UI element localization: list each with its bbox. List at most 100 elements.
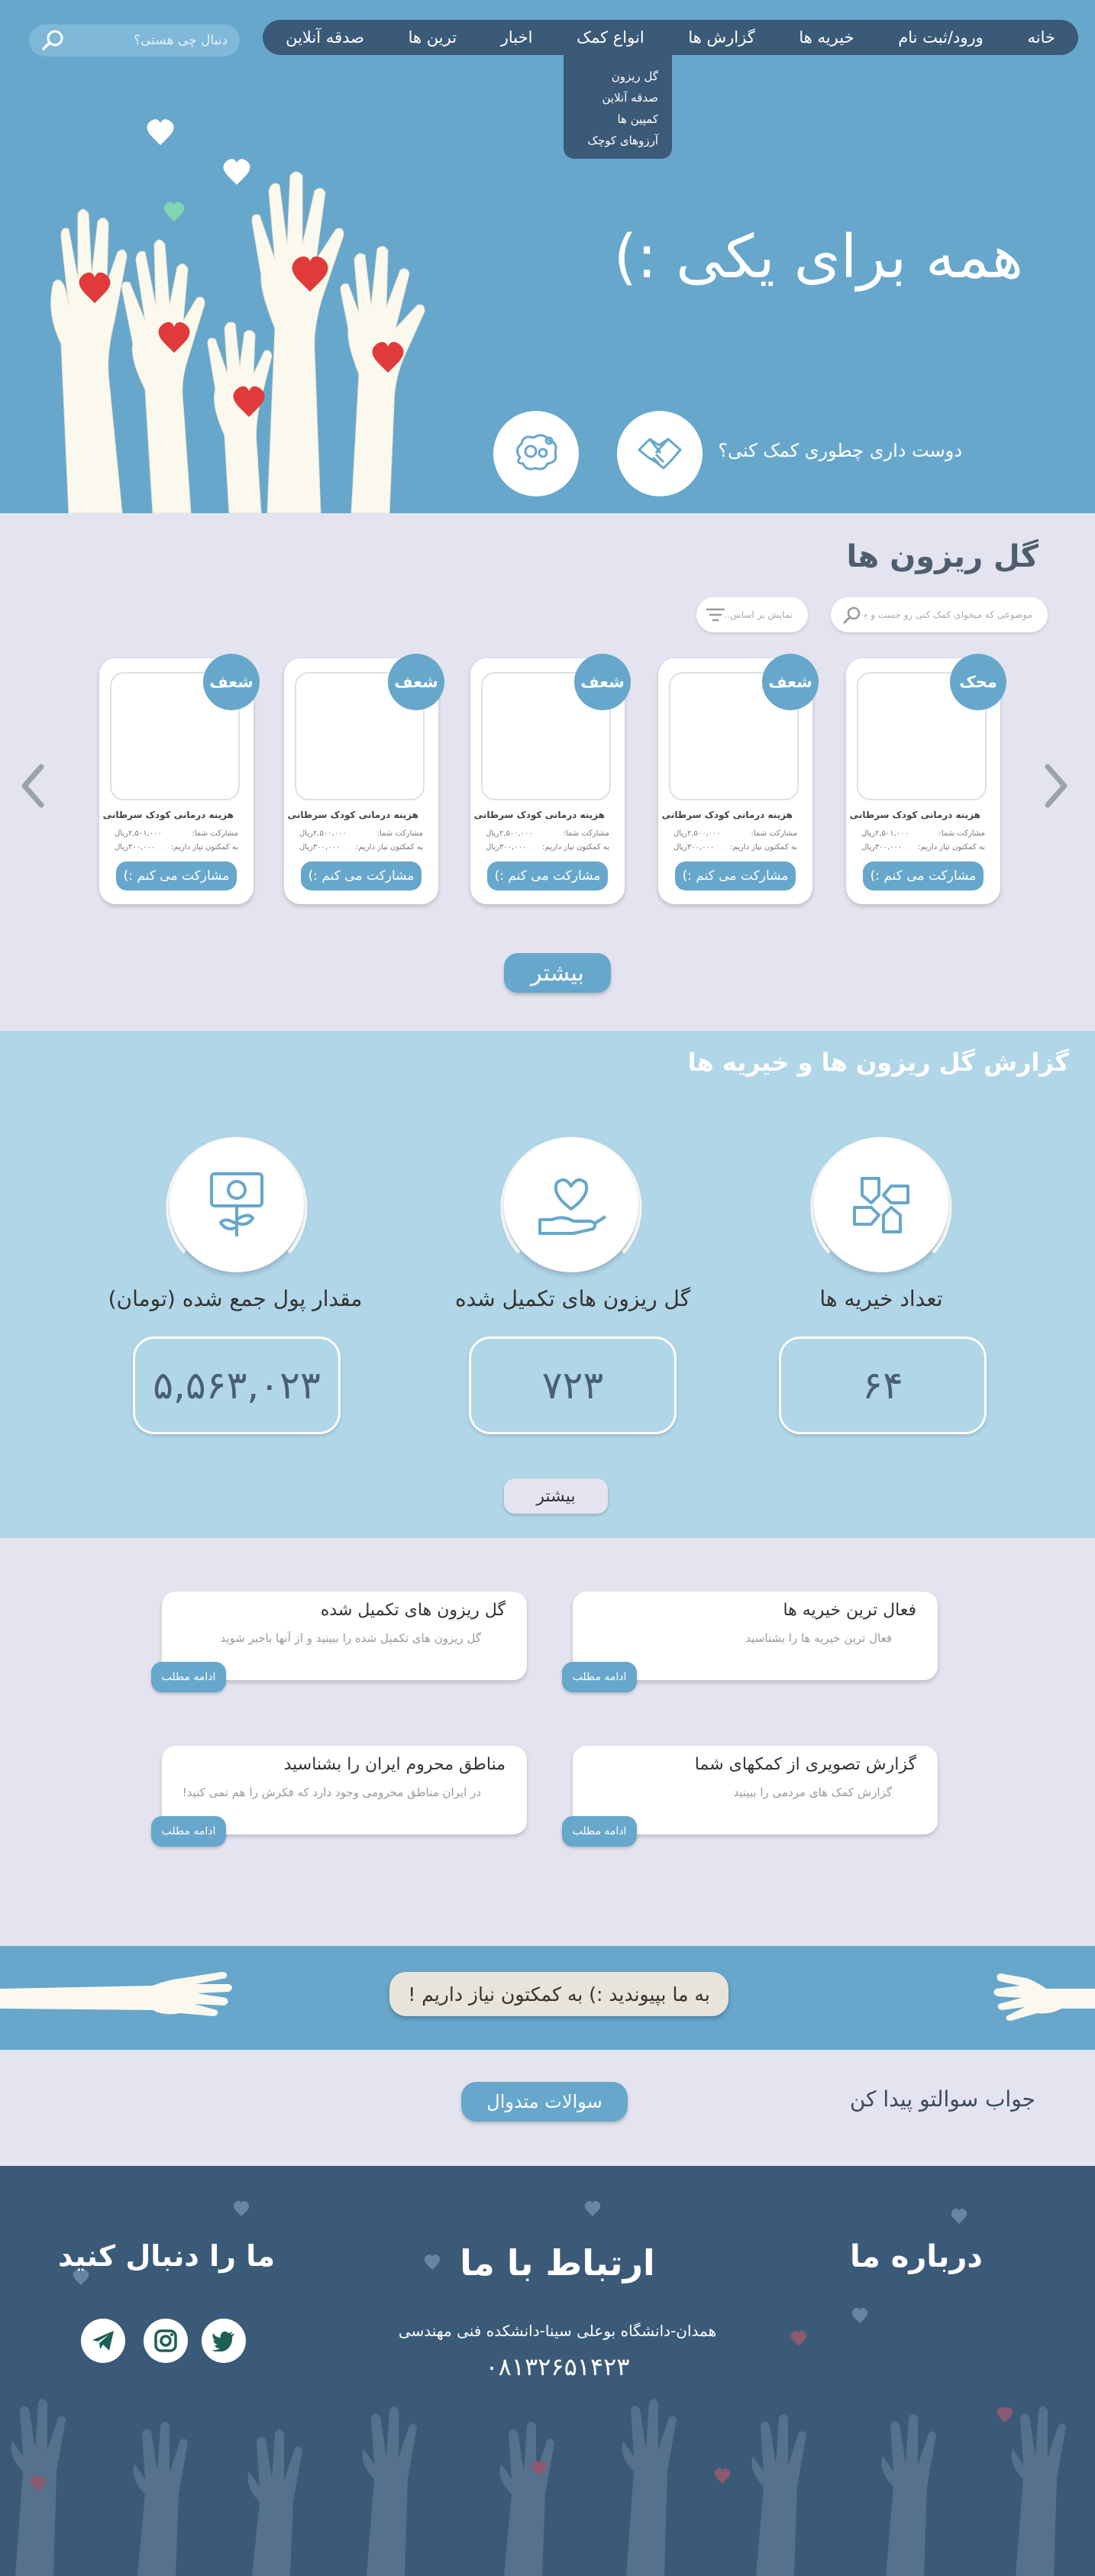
search-icon[interactable] xyxy=(40,28,67,53)
report-section: گزارش گل ریزون ها و خیریه ها تعداد خیریه… xyxy=(0,1031,1095,1538)
shared-row: مشارکت شما: ۲,۵۰۱,۰۰۰ریال xyxy=(115,829,238,838)
info-card-desc: در ایران مناطق محرومی وجود دارد که فکرش … xyxy=(182,1786,481,1799)
nav-item-home[interactable]: خانه xyxy=(1028,28,1055,47)
hero-section: خانه ورود/ثبت نام خیریه ها گزارش ها انوا… xyxy=(0,0,1095,513)
hands-together-icon xyxy=(853,1177,909,1233)
need-label: به کمکتون نیاز داریم: xyxy=(918,843,985,852)
info-card-deprived-areas: مناطق محروم ایران را بشناسید در ایران من… xyxy=(151,1746,527,1847)
need-value: ۳۰۰,۰۰۰ریال xyxy=(673,843,715,852)
participate-button[interactable]: مشارکت می کنم :) xyxy=(487,861,608,890)
need-value: ۳۰۰,۰۰۰ریال xyxy=(486,843,527,852)
contact-phone: ۰۸۱۳۲۶۵۱۴۲۳ xyxy=(485,2352,630,2381)
need-label: به کمکتون نیاز داریم: xyxy=(171,843,238,852)
campaigns-title: گل ریزون ها xyxy=(846,539,1038,574)
stat-label-completed: گل ریزون های تکمیل شده xyxy=(454,1286,691,1311)
need-value: ۳۰۰,۰۰۰ریال xyxy=(299,843,341,852)
brain-gear-icon xyxy=(516,434,557,470)
need-value: ۳۰۰,۰۰۰ریال xyxy=(861,843,903,852)
money-plant-icon xyxy=(210,1172,263,1236)
info-card-photo-report: گزارش تصویری از کمکهای شما گزارش کمک های… xyxy=(562,1746,938,1847)
info-card-active-charities: فعال ترین خیریه ها فعال ترین خیریه ها را… xyxy=(562,1592,938,1692)
stat-label-money: مقدار پول جمع شده (تومان) xyxy=(108,1286,363,1311)
read-more-button[interactable]: ادامه مطلب xyxy=(562,1662,637,1692)
stat-circle-completed xyxy=(496,1130,646,1280)
dropdown-item-golrizoon[interactable]: گل ریزون xyxy=(577,66,658,87)
join-us-button[interactable]: به ما بپیوندید :) به کمکتون نیاز داریم ! xyxy=(389,1972,728,2016)
nav-item-news[interactable]: اخبار xyxy=(501,28,533,47)
campaigns-more-button[interactable]: بیشتر xyxy=(504,953,611,993)
shared-value: ۲,۵۰۱,۰۰۰ریال xyxy=(115,829,162,838)
handshake-option[interactable] xyxy=(617,411,703,496)
shared-row: مشارکت شما: ۲,۵۰۰,۰۰۰ریال xyxy=(673,829,797,838)
contact-title: ارتباط با ما xyxy=(460,2242,655,2283)
faq-button[interactable]: سوالات متدوال xyxy=(461,2082,628,2122)
instagram-button[interactable] xyxy=(144,2319,188,2363)
nav-item-help-types[interactable]: انواع کمک xyxy=(577,28,644,47)
search-bar xyxy=(29,24,240,57)
read-more-button[interactable]: ادامه مطلب xyxy=(562,1816,637,1847)
campaign-name: هزینه درمانی کودک سرطانی xyxy=(473,810,605,820)
report-title: گزارش گل ریزون ها و خیریه ها xyxy=(687,1048,1069,1077)
telegram-button[interactable] xyxy=(81,2319,125,2363)
search-icon[interactable] xyxy=(841,605,863,625)
contact-address: همدان-دانشگاه بوعلی سینا-دانشکده فنی مهن… xyxy=(398,2322,717,2340)
campaign-filter-input[interactable] xyxy=(724,597,793,632)
shared-value: ۲,۵۰۰,۰۰۰ریال xyxy=(673,829,721,838)
info-card-completed: گل ریزون های تکمیل شده گل ریزون های تکمی… xyxy=(151,1592,527,1692)
campaign-card: شعف هزینه درمانی کودک سرطانی مشارکت شما:… xyxy=(99,654,260,904)
participate-button[interactable]: مشارکت می کنم :) xyxy=(675,861,796,890)
brain-gear-option[interactable] xyxy=(493,411,579,496)
campaigns-section: گل ریزون ها محک هزینه درمانی کودک سرطانی… xyxy=(0,513,1095,1031)
search-input[interactable] xyxy=(82,24,228,57)
dropdown-item-small-wishes[interactable]: آرزوهای کوچک xyxy=(577,130,658,151)
carousel-next-arrow[interactable] xyxy=(1038,759,1072,813)
nav-item-reports[interactable]: گزارش ها xyxy=(688,28,754,47)
need-row: به کمکتون نیاز داریم: ۳۰۰,۰۰۰ریال xyxy=(299,843,423,852)
campaign-filter[interactable] xyxy=(696,597,808,632)
read-more-button[interactable]: ادامه مطلب xyxy=(151,1662,226,1692)
participate-button[interactable]: مشارکت می کنم :) xyxy=(301,861,422,890)
heart-hand-icon xyxy=(538,1178,607,1235)
dropdown-item-campaigns[interactable]: کمپین ها xyxy=(577,108,658,130)
need-label: به کمکتون نیاز داریم: xyxy=(542,843,609,852)
nav-item-top[interactable]: ترین ها xyxy=(409,28,457,47)
raised-hands-illustration xyxy=(50,119,425,513)
campaign-name: هزینه درمانی کودک سرطانی xyxy=(287,810,418,820)
campaign-search-input[interactable] xyxy=(864,597,1032,632)
stat-value-completed: ۷۲۳ xyxy=(469,1336,677,1434)
nav-item-online-charity[interactable]: صدقه آنلاین xyxy=(286,28,364,47)
campaign-name: هزینه درمانی کودک سرطانی xyxy=(102,810,234,820)
participate-button[interactable]: مشارکت می کنم :) xyxy=(116,861,237,890)
stat-value-money: ۵,۵۶۳,۰۲۳ xyxy=(133,1336,341,1434)
charity-badge: شعف xyxy=(762,654,819,710)
carousel-prev-arrow[interactable] xyxy=(17,759,50,813)
twitter-button[interactable] xyxy=(202,2319,246,2363)
info-card-title: گل ریزون های تکمیل شده xyxy=(320,1601,506,1620)
info-cards-section: فعال ترین خیریه ها فعال ترین خیریه ها را… xyxy=(0,1538,1095,1946)
faq-text: جواب سوالتو پیدا کن xyxy=(849,2086,1035,2112)
read-more-button[interactable]: ادامه مطلب xyxy=(151,1816,226,1847)
participate-button[interactable]: مشارکت می کنم :) xyxy=(863,861,984,890)
telegram-icon xyxy=(92,2331,114,2351)
faq-section: جواب سوالتو پیدا کن سوالات متدوال xyxy=(0,2050,1095,2166)
stat-icon-holder xyxy=(814,1138,948,1272)
stat-label-charities: تعداد خیریه ها xyxy=(819,1286,943,1311)
info-card-title: فعال ترین خیریه ها xyxy=(783,1601,916,1620)
shared-row: مشارکت شما: ۲,۵۰۰,۰۰۰ریال xyxy=(486,829,609,838)
need-label: به کمکتون نیاز داریم: xyxy=(730,843,797,852)
report-more-button[interactable]: بیشتر xyxy=(504,1479,608,1514)
filter-icon[interactable] xyxy=(706,607,725,622)
dropdown-item-online-charity[interactable]: صدقه آنلاین xyxy=(577,87,658,108)
campaign-card: شعف هزینه درمانی کودک سرطانی مشارکت شما:… xyxy=(658,654,819,904)
campaign-name: هزینه درمانی کودک سرطانی xyxy=(661,810,793,820)
shared-label: مشارکت شما: xyxy=(376,829,424,838)
follow-title: ما را دنبال کنید xyxy=(58,2239,275,2273)
nav-item-login[interactable]: ورود/ثبت نام xyxy=(898,28,984,47)
need-label: به کمکتون نیاز داریم: xyxy=(356,843,423,852)
need-row: به کمکتون نیاز داریم: ۳۰۰,۰۰۰ریال xyxy=(861,843,985,852)
nav-item-charities[interactable]: خیریه ها xyxy=(799,28,854,47)
campaign-search xyxy=(831,597,1048,632)
reaching-hand-left-illustration xyxy=(0,1972,232,2016)
campaign-card: شعف هزینه درمانی کودک سرطانی مشارکت شما:… xyxy=(470,654,631,904)
stat-circle-money xyxy=(162,1130,312,1280)
